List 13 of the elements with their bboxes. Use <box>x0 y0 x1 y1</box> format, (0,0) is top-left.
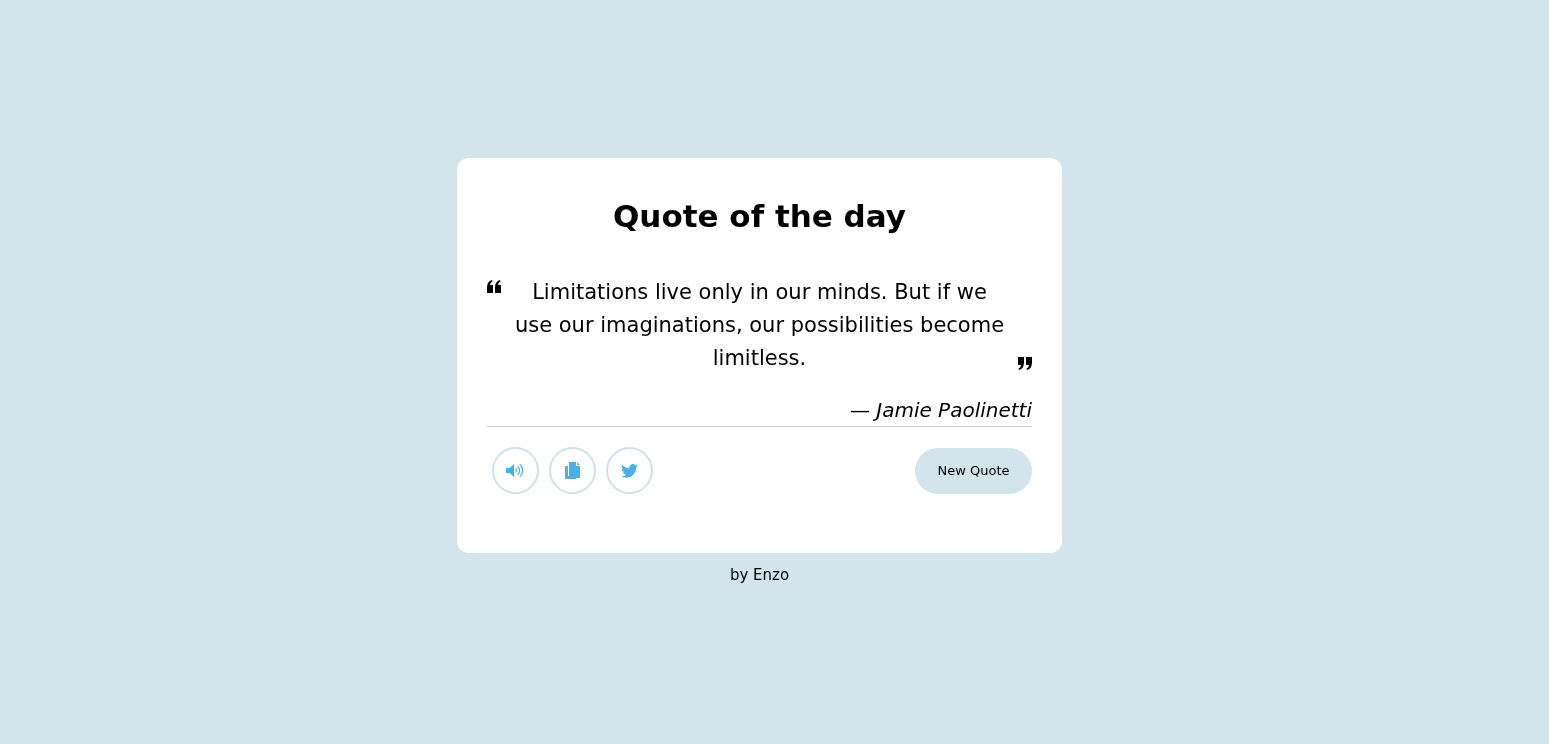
quote-author: — Jamie Paolinetti <box>849 397 1032 424</box>
twitter-button[interactable] <box>606 447 653 494</box>
new-quote-button[interactable]: New Quote <box>915 447 1032 494</box>
quote-right-icon <box>1018 357 1032 370</box>
speak-button[interactable] <box>492 447 539 494</box>
footer-credit: by Enzo <box>729 565 790 585</box>
quote-text: Limitations live only in our minds. But if we use our imaginations, our possibilities become limitless. <box>513 279 1006 372</box>
card-title: Quote of the day <box>613 197 906 236</box>
copy-icon <box>565 462 580 479</box>
bird-icon <box>621 463 638 478</box>
quote-left-icon <box>487 280 501 293</box>
copy-button[interactable] <box>549 447 596 494</box>
speaker-icon <box>506 463 525 478</box>
